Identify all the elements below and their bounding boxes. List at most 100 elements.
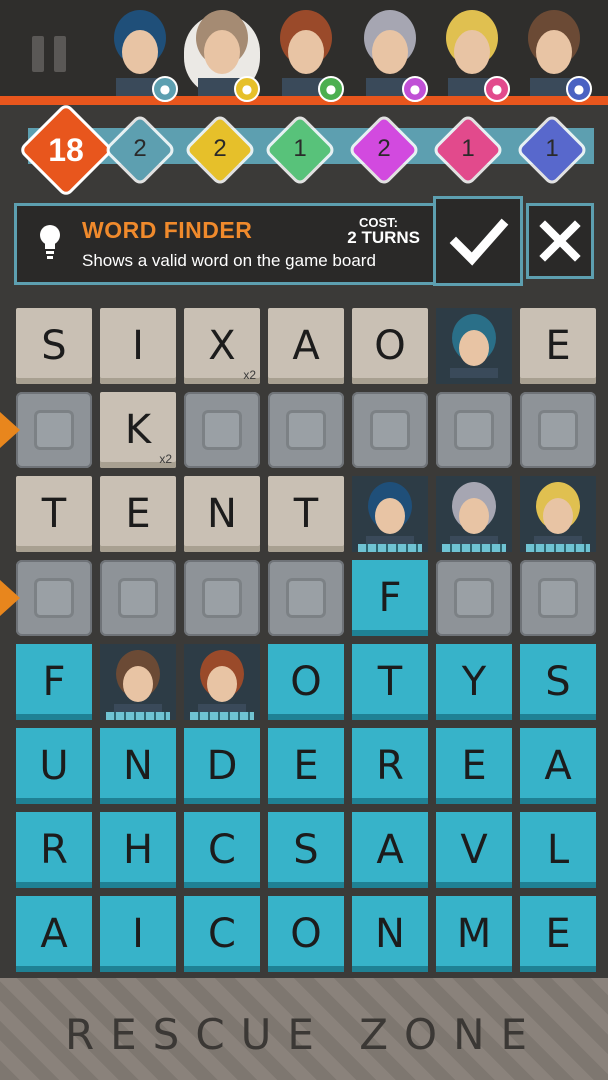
tile-letter: M	[456, 911, 492, 957]
tile-letter: A	[376, 827, 404, 873]
stone-letter-tile[interactable]: T	[16, 476, 92, 552]
water-letter-tile[interactable]: C	[184, 812, 260, 888]
water-letter-tile[interactable]: E	[268, 728, 344, 804]
water-letter-tile[interactable]: L	[520, 812, 596, 888]
row-marker-arrow-icon	[0, 412, 20, 448]
pause-icon-bar	[54, 36, 66, 72]
water-letter-tile[interactable]: D	[184, 728, 260, 804]
red-hair-girl-portrait	[198, 650, 246, 714]
trapped-blonde-girl[interactable]	[520, 476, 596, 552]
water-letter-tile[interactable]: O	[268, 896, 344, 972]
water-letter-tile[interactable]: H	[100, 812, 176, 888]
cancel-button[interactable]	[526, 203, 594, 279]
empty-slot	[184, 392, 260, 468]
water-letter-tile[interactable]: E	[520, 896, 596, 972]
tile-letter: H	[122, 827, 154, 873]
power-counters: 18 2 2 1 2 1 1	[0, 106, 608, 194]
water-letter-tile[interactable]: Y	[436, 644, 512, 720]
power-counter-value: 18	[48, 132, 84, 168]
empty-slot-inner	[454, 410, 494, 450]
tile-letter: E	[293, 743, 319, 789]
character-blonde-girl[interactable]: ●	[436, 8, 510, 102]
confirm-button[interactable]	[433, 196, 523, 286]
coin-icon: ●	[234, 76, 260, 102]
stone-letter-tile[interactable]: I	[100, 308, 176, 384]
power-counter-value: 2	[213, 135, 227, 162]
tile-letter: T	[41, 491, 67, 537]
water-letter-tile[interactable]: I	[100, 896, 176, 972]
tile-letter: T	[377, 659, 403, 705]
character-bar-underline	[0, 96, 608, 105]
empty-slot-inner	[202, 410, 242, 450]
water-letter-tile[interactable]: R	[352, 728, 428, 804]
water-letter-tile[interactable]: A	[520, 728, 596, 804]
rescue-progress-band	[106, 712, 170, 720]
power-counter-value: 2	[133, 135, 147, 162]
hammer-icon: ●	[484, 76, 510, 102]
water-letter-tile[interactable]: F	[16, 644, 92, 720]
trapped-blue-hair-boy[interactable]	[352, 476, 428, 552]
water-letter-tile[interactable]: U	[16, 728, 92, 804]
water-letter-tile[interactable]: S	[268, 812, 344, 888]
tile-letter: X	[208, 323, 236, 369]
water-letter-tile[interactable]: O	[268, 644, 344, 720]
empty-slot-inner	[454, 578, 494, 618]
stone-letter-tile[interactable]: S	[16, 308, 92, 384]
tile-letter: R	[40, 827, 68, 873]
tile-letter: C	[208, 827, 236, 873]
empty-slot	[16, 392, 92, 468]
stone-letter-tile[interactable]: T	[268, 476, 344, 552]
empty-slot-inner	[538, 410, 578, 450]
wrench-icon: ●	[566, 76, 592, 102]
empty-slot	[16, 560, 92, 636]
stone-letter-tile[interactable]: Kx2	[100, 392, 176, 468]
character-old-man[interactable]: ●	[518, 8, 592, 102]
stone-letter-tile[interactable]: A	[268, 308, 344, 384]
character-blue-hair-boy[interactable]: ●	[104, 8, 178, 102]
empty-slot-inner	[202, 578, 242, 618]
tile-letter: I	[132, 911, 144, 957]
tile-letter: I	[132, 323, 144, 369]
tile-letter: A	[292, 323, 320, 369]
stone-letter-tile[interactable]: N	[184, 476, 260, 552]
water-letter-tile[interactable]: C	[184, 896, 260, 972]
trapped-robot-pod[interactable]	[436, 308, 512, 384]
multiplier-badge: x2	[243, 368, 256, 382]
empty-slot	[520, 392, 596, 468]
empty-slot	[100, 560, 176, 636]
stone-letter-tile[interactable]: E	[100, 476, 176, 552]
tile-letter: T	[293, 491, 319, 537]
trapped-red-hair-girl[interactable]	[184, 644, 260, 720]
water-letter-tile[interactable]: V	[436, 812, 512, 888]
lightbulb-icon	[40, 225, 60, 259]
tile-letter: A	[40, 911, 68, 957]
empty-slot-inner	[118, 578, 158, 618]
multiplier-badge: x2	[159, 452, 172, 466]
water-letter-tile[interactable]: A	[16, 896, 92, 972]
character-monkey[interactable]: ●	[186, 8, 260, 102]
power-description: Shows a valid word on the game board	[82, 251, 376, 270]
water-letter-tile[interactable]: T	[352, 644, 428, 720]
tile-letter: O	[374, 323, 406, 369]
water-letter-tile[interactable]: M	[436, 896, 512, 972]
stone-letter-tile[interactable]: O	[352, 308, 428, 384]
water-letter-tile[interactable]: A	[352, 812, 428, 888]
tile-letter: Y	[461, 659, 487, 705]
pause-button[interactable]	[32, 36, 70, 76]
tile-letter: N	[375, 911, 405, 957]
water-letter-tile[interactable]: N	[352, 896, 428, 972]
character-red-hair-girl[interactable]: ●	[270, 8, 344, 102]
trapped-old-man[interactable]	[100, 644, 176, 720]
trapped-robot[interactable]	[436, 476, 512, 552]
old-man-portrait	[114, 650, 162, 714]
character-robot[interactable]: ●	[354, 8, 428, 102]
water-letter-tile[interactable]: R	[16, 812, 92, 888]
stone-letter-tile[interactable]: E	[520, 308, 596, 384]
water-letter-tile[interactable]: N	[100, 728, 176, 804]
water-letter-tile[interactable]: S	[520, 644, 596, 720]
tile-letter: E	[125, 491, 151, 537]
empty-slot	[436, 560, 512, 636]
stone-letter-tile[interactable]: Xx2	[184, 308, 260, 384]
water-letter-tile[interactable]: F	[352, 560, 428, 636]
water-letter-tile[interactable]: E	[436, 728, 512, 804]
